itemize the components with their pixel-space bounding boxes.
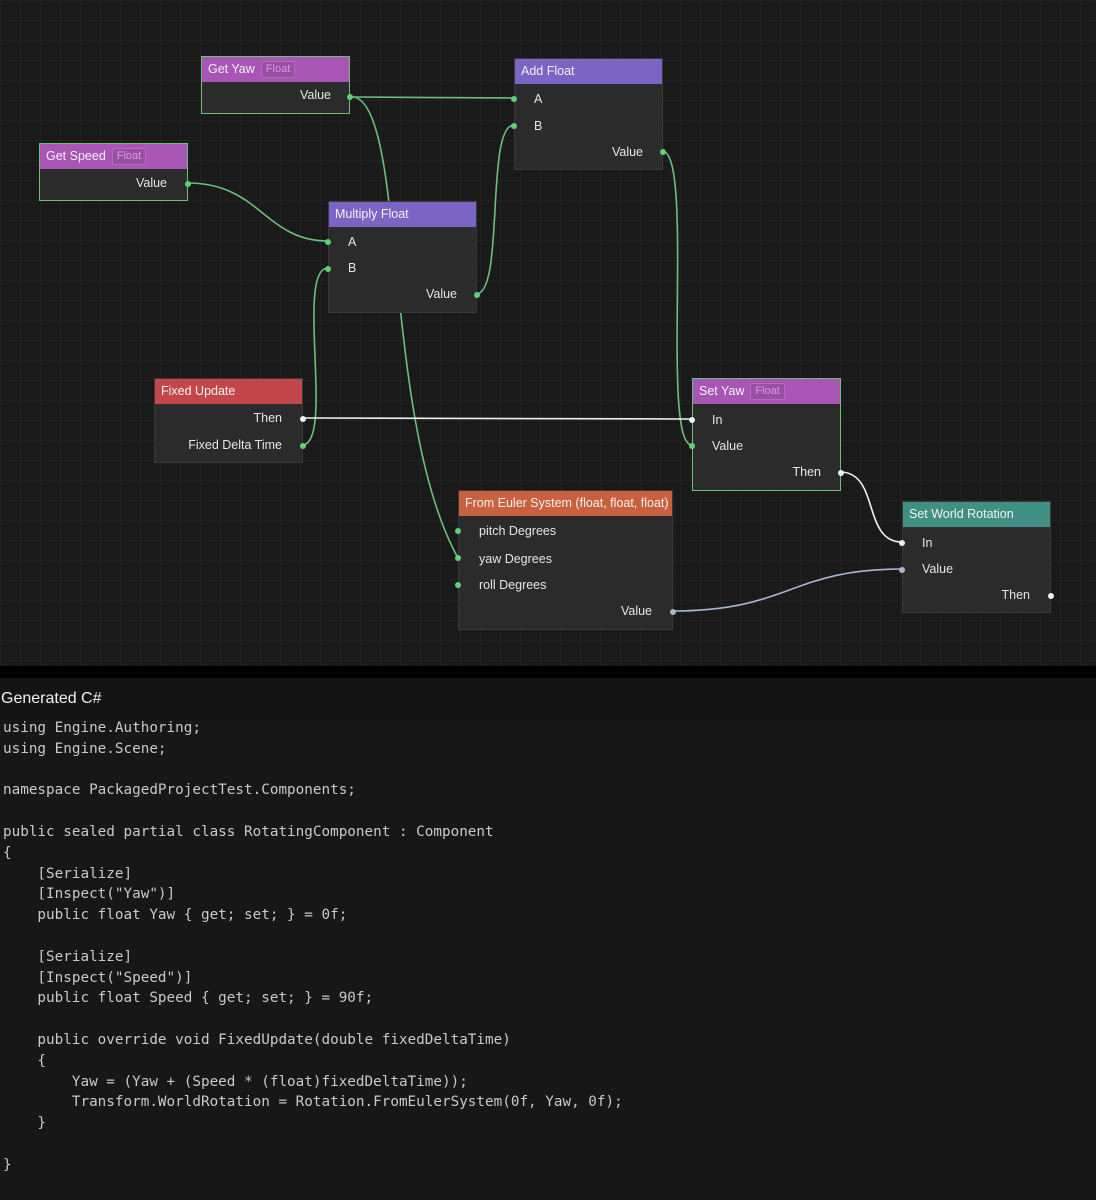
input-pin-a[interactable]: [325, 239, 331, 245]
code-line: {: [3, 844, 12, 861]
node-title: Fixed Update: [161, 384, 236, 398]
code-line: Yaw = (Yaw + (Speed * (float)fixedDeltaT…: [3, 1073, 468, 1090]
pin-label-a: A: [534, 92, 543, 106]
exec-output-pin-then[interactable]: [838, 470, 844, 476]
wire-multiply-to-add-b: [475, 124, 515, 295]
node-get-yaw-header[interactable]: Get Yaw Float: [202, 57, 349, 82]
pin-label-in: In: [712, 413, 723, 427]
output-pin-value[interactable]: [347, 94, 353, 100]
pin-label-yaw-degrees: yaw Degrees: [479, 552, 552, 566]
output-pin-fixed-delta-time[interactable]: [300, 443, 306, 449]
exec-output-pin-then[interactable]: [300, 416, 306, 422]
pin-label-then: Then: [792, 465, 822, 479]
type-tag-float: Float: [111, 148, 147, 165]
code-line: public sealed partial class RotatingComp…: [3, 824, 494, 840]
node-fixed-update[interactable]: Fixed Update Then Fixed Delta Time: [154, 378, 306, 463]
node-title: Set World Rotation: [909, 507, 1014, 521]
node-get-speed-header[interactable]: Get Speed Float: [40, 144, 187, 169]
node-title: Add Float: [521, 64, 575, 78]
node-get-yaw[interactable]: Get Yaw Float Value: [201, 56, 353, 114]
node-title: Get Yaw: [208, 62, 255, 76]
pin-label-fixed-delta-time: Fixed Delta Time: [188, 438, 282, 452]
node-add-float[interactable]: Add Float A B Value: [511, 58, 666, 170]
code-line: public override void FixedUpdate(double …: [3, 1032, 511, 1048]
code-line: public float Speed { get; set; } = 90f;: [3, 990, 374, 1007]
node-title: Set Yaw: [699, 384, 745, 398]
node-set-world-rotation[interactable]: Set World Rotation In Value Then: [899, 501, 1054, 613]
type-tag-float: Float: [260, 61, 296, 78]
output-pin-value[interactable]: [185, 181, 191, 187]
pin-label-value: Value: [620, 604, 652, 618]
node-set-yaw-header[interactable]: Set Yaw Float: [693, 379, 840, 404]
pin-label-value: Value: [299, 88, 331, 102]
code-line: [Serialize]: [3, 865, 133, 882]
pin-label-value: Value: [135, 176, 167, 190]
code-line: using Engine.Authoring;: [3, 720, 201, 736]
input-pin-pitch-degrees[interactable]: [455, 528, 461, 534]
code-line: Transform.WorldRotation = Rotation.FromE…: [3, 1094, 623, 1111]
node-set-world-rotation-header[interactable]: Set World Rotation: [903, 502, 1050, 527]
exec-input-pin-in[interactable]: [689, 417, 695, 423]
node-add-float-header[interactable]: Add Float: [515, 59, 662, 84]
node-get-speed[interactable]: Get Speed Float Value: [39, 143, 191, 201]
pin-label-b: B: [348, 261, 357, 275]
output-pin-value[interactable]: [670, 609, 676, 615]
input-pin-roll-degrees[interactable]: [455, 582, 461, 588]
node-multiply-float[interactable]: Multiply Float A B Value: [325, 201, 480, 313]
input-pin-a[interactable]: [511, 96, 517, 102]
pin-label-value: Value: [712, 439, 744, 453]
pin-label-b: B: [534, 119, 543, 133]
pin-label-pitch-degrees: pitch Degrees: [479, 524, 557, 538]
node-from-euler-system[interactable]: From Euler System (float, float, float) …: [455, 490, 676, 630]
wire-getyaw-to-euler-yaw: [351, 96, 459, 559]
wire-setyaw-then-to-rotation-in: [839, 471, 903, 543]
pin-label-roll-degrees: roll Degrees: [479, 578, 547, 592]
code-line: }: [3, 1115, 47, 1132]
code-line: using Engine.Scene;: [3, 740, 167, 757]
pin-label-then: Then: [1001, 588, 1031, 602]
input-pin-b[interactable]: [511, 123, 517, 129]
wire-then-to-setyaw-in: [301, 417, 693, 420]
input-pin-value[interactable]: [689, 443, 695, 449]
pin-label-value: Value: [611, 145, 643, 159]
input-pin-b[interactable]: [325, 266, 331, 272]
node-title: From Euler System (float, float, float): [465, 496, 669, 510]
wire-getspeed-to-multiply-a: [187, 182, 329, 242]
code-line: namespace PackagedProjectTest.Components…: [3, 782, 356, 799]
panel-divider[interactable]: [0, 666, 1096, 678]
code-panel-title: Generated C#: [0, 678, 1096, 720]
node-graph-canvas[interactable]: Get Yaw Float Value Get Speed Float Value …: [0, 0, 1096, 666]
code-line: }: [3, 1156, 12, 1173]
exec-output-pin-then[interactable]: [1048, 593, 1054, 599]
type-tag-float: Float: [750, 383, 785, 400]
input-pin-yaw-degrees[interactable]: [455, 555, 461, 561]
node-set-yaw[interactable]: Set Yaw Float In Value Then: [689, 378, 844, 491]
output-pin-value[interactable]: [660, 149, 666, 155]
input-pin-value[interactable]: [899, 567, 905, 573]
node-fixed-update-header[interactable]: Fixed Update: [155, 379, 302, 404]
code-line: {: [3, 1052, 47, 1069]
pin-label-value: Value: [425, 287, 457, 301]
pin-label-then: Then: [253, 411, 283, 425]
node-title: Get Speed: [46, 149, 106, 163]
wire-getyaw-to-add-a: [351, 96, 515, 99]
node-title: Multiply Float: [335, 207, 409, 221]
wire-euler-to-rotation-value: [671, 568, 903, 612]
output-pin-value[interactable]: [474, 292, 480, 298]
node-from-euler-header[interactable]: From Euler System (float, float, float): [459, 491, 672, 516]
pin-label-value: Value: [922, 562, 954, 576]
code-line: [Inspect("Speed")]: [3, 969, 193, 986]
code-line: [Inspect("Yaw")]: [3, 886, 176, 903]
pin-label-a: A: [348, 235, 357, 249]
code-line: public float Yaw { get; set; } = 0f;: [3, 907, 348, 924]
generated-code-panel: Generated C# using Engine.Authoring; usin…: [0, 678, 1096, 1200]
wire-add-to-setyaw-value: [661, 150, 693, 446]
exec-input-pin-in[interactable]: [899, 540, 905, 546]
pin-label-in: In: [922, 536, 933, 550]
code-line: [Serialize]: [3, 948, 133, 965]
node-multiply-float-header[interactable]: Multiply Float: [329, 202, 476, 227]
